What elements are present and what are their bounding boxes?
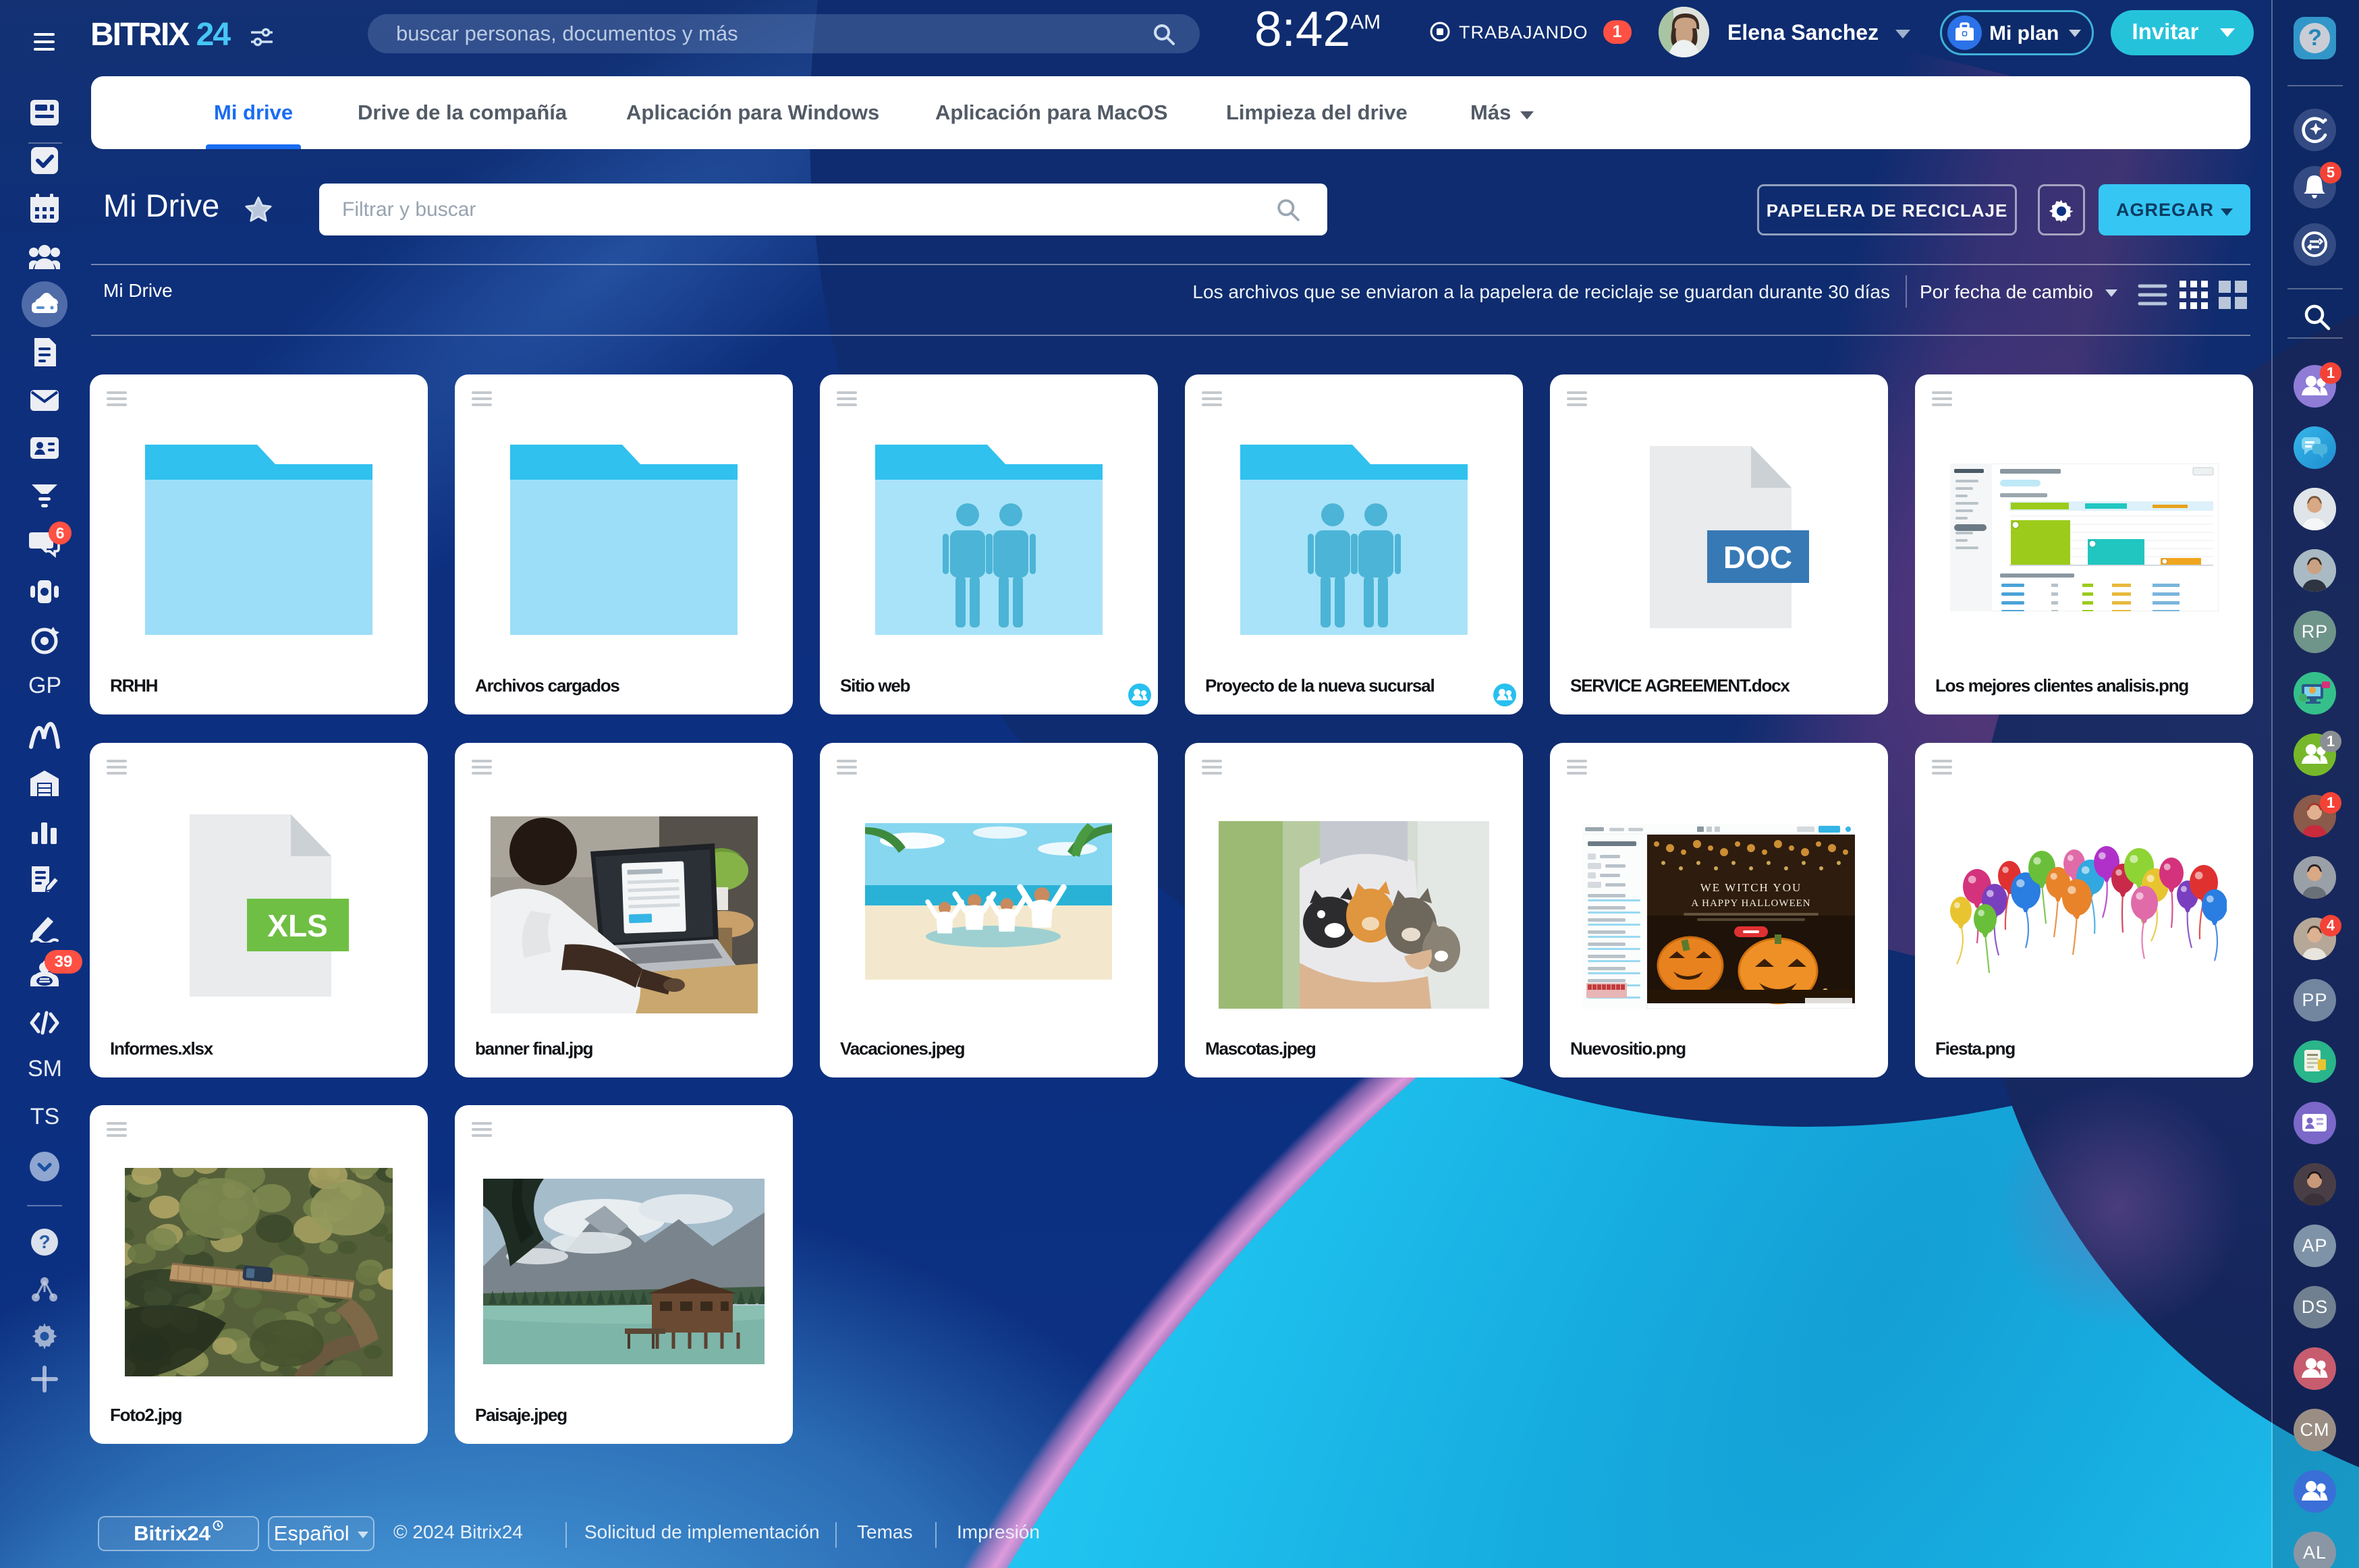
svg-text:DOC: DOC bbox=[1723, 540, 1792, 575]
svg-text:WE WITCH YOU: WE WITCH YOU bbox=[1700, 881, 1802, 894]
svg-text:XLS: XLS bbox=[267, 908, 327, 943]
svg-text:A HAPPY HALLOWEEN: A HAPPY HALLOWEEN bbox=[1691, 898, 1810, 909]
